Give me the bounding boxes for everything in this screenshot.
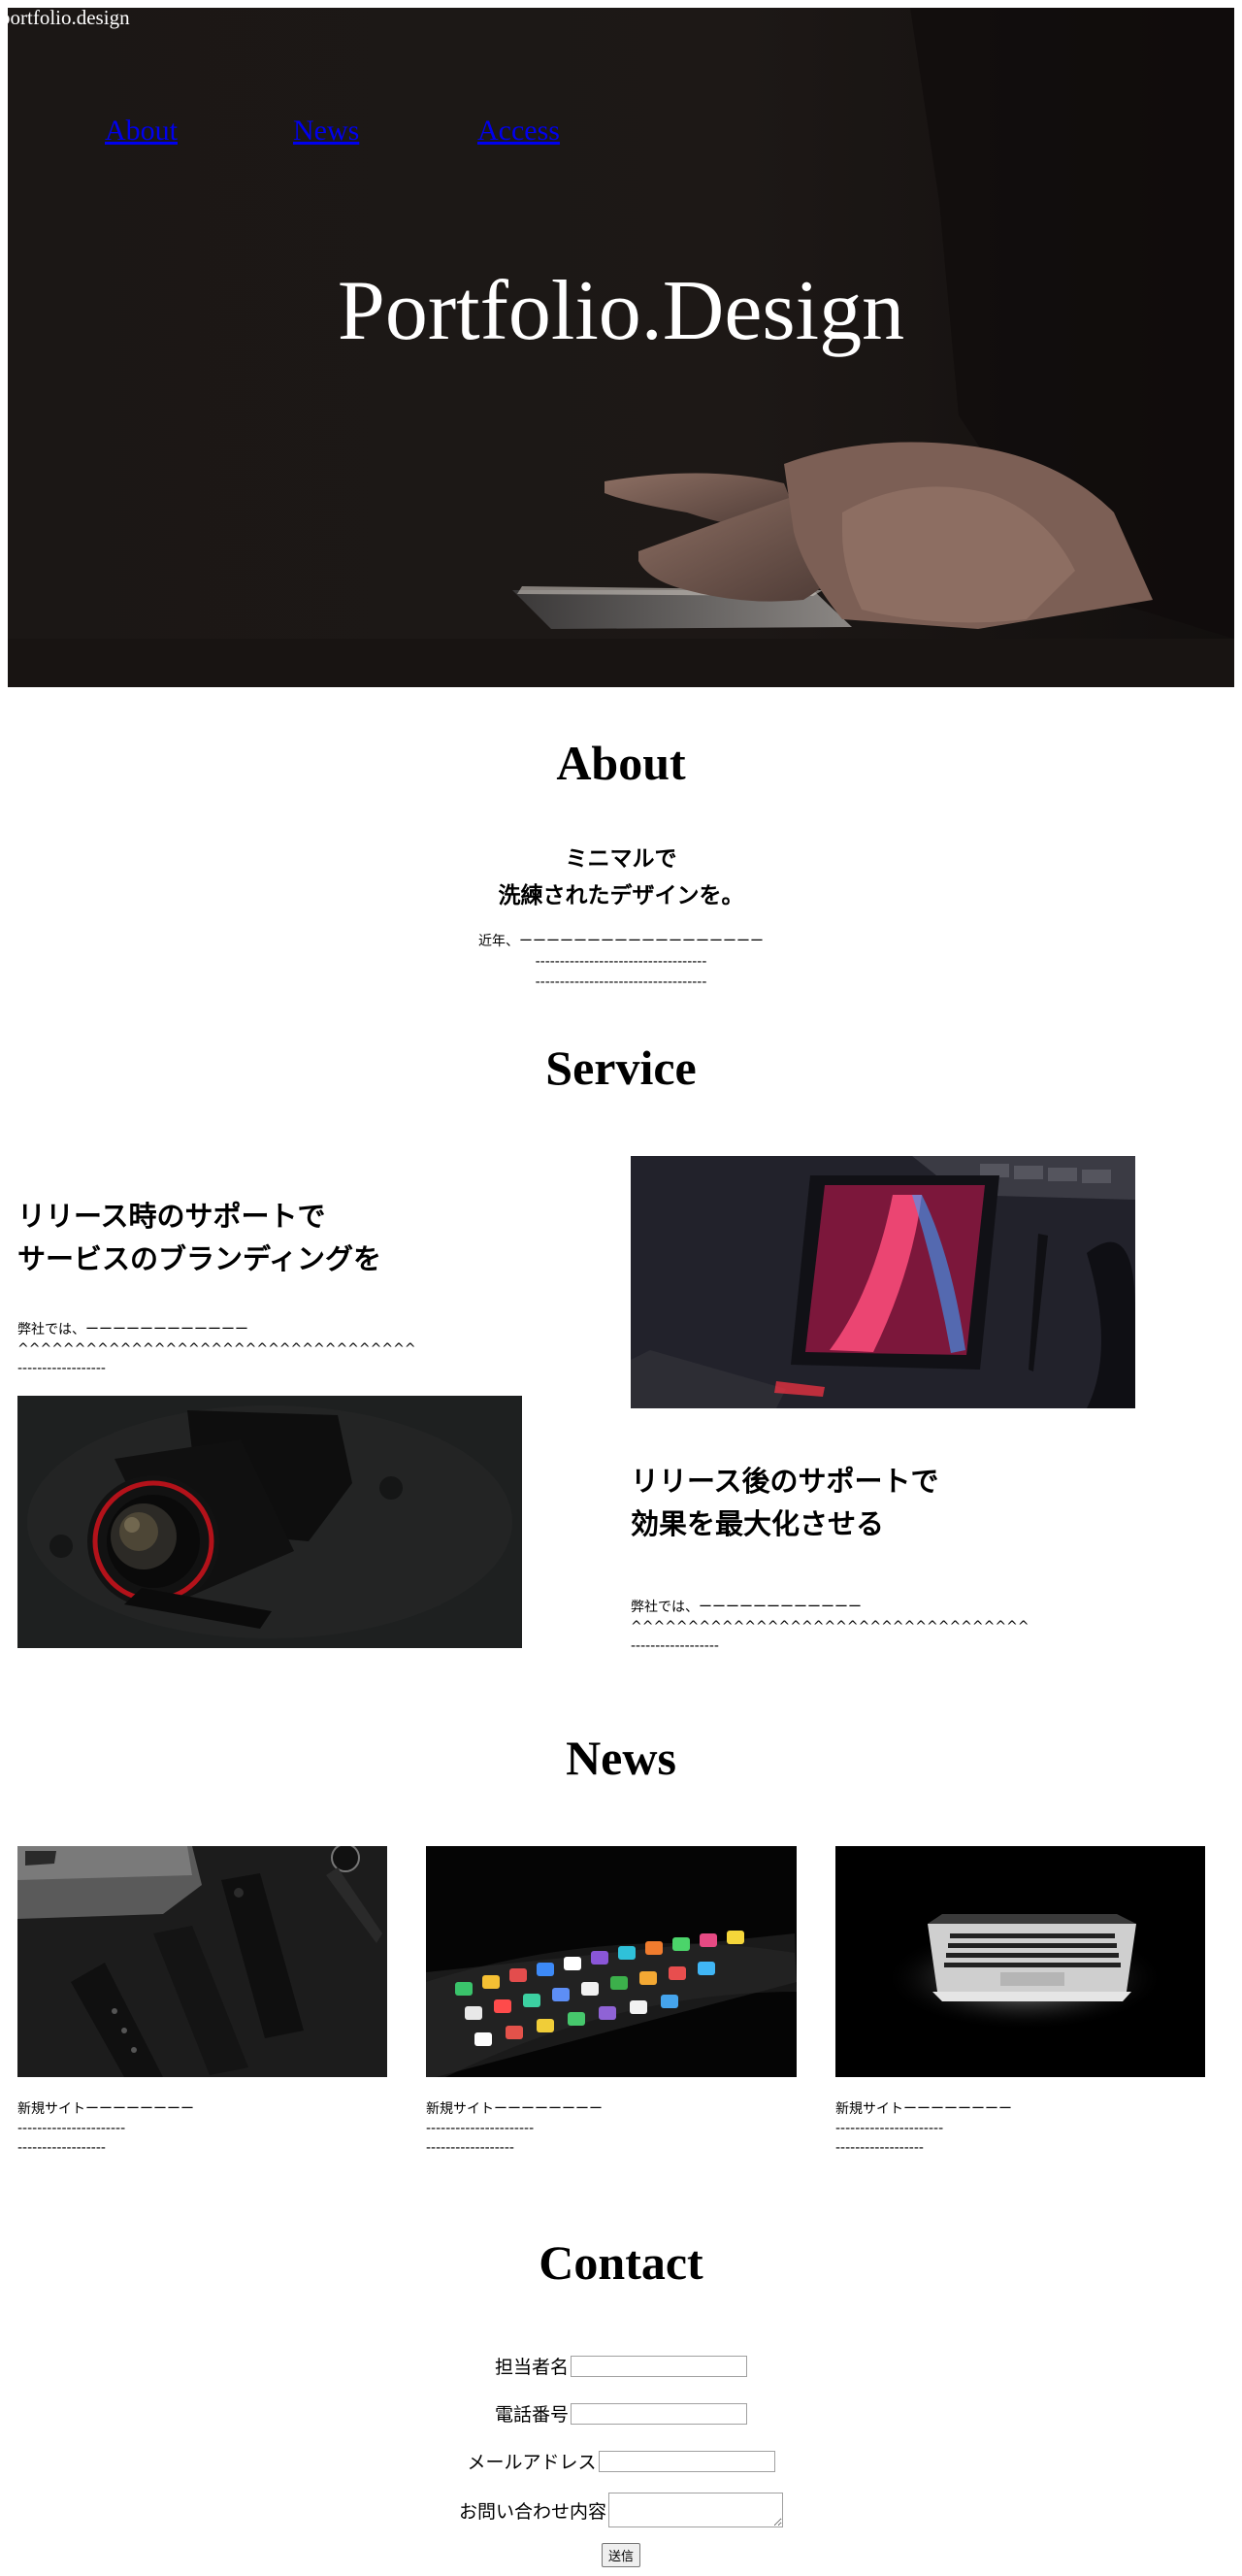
service-2-text-line: ------------------ — [631, 1638, 719, 1654]
news-1-text: 新規サイトーーーーーーーー ---------------------- ---… — [17, 2099, 386, 2158]
form-row-email: メールアドレス — [0, 2448, 1242, 2474]
news-1-text-line: 新規サイトーーーーーーーー — [17, 2101, 194, 2117]
submit-button[interactable]: 送信 — [601, 2543, 640, 2567]
service-1-text-line: ^^^^^^^^^^^^^^^^^^^^^^^^^^^^^^^^^^^ — [17, 1341, 416, 1357]
nav-link-access[interactable]: Access — [477, 115, 560, 148]
service-1-text: 弊社では、ーーーーーーーーーーーー ^^^^^^^^^^^^^^^^^^^^^^… — [17, 1320, 416, 1378]
news-heading: News — [566, 1731, 676, 1785]
news-3-text-line: ------------------ — [835, 2140, 924, 2156]
name-label: 担当者名 — [494, 2357, 569, 2378]
camera-photo — [17, 1396, 522, 1648]
about-text: 近年、ーーーーーーーーーーーーーーーーーー ------------------… — [0, 932, 1242, 993]
service-1-heading-line: リリース時のサポートで — [17, 1200, 326, 1233]
news-3-text: 新規サイトーーーーーーーー ---------------------- ---… — [835, 2099, 1204, 2158]
news-1-text-line: ------------------ — [17, 2140, 106, 2156]
form-row-name: 担当者名 — [0, 2353, 1242, 2379]
hero-title: Portfolio.Design — [337, 264, 905, 358]
news-1-image[interactable] — [17, 1846, 387, 2077]
message-label: お問い合わせ内容 — [458, 2500, 606, 2523]
service-2-text: 弊社では、ーーーーーーーーーーーー ^^^^^^^^^^^^^^^^^^^^^^… — [631, 1598, 1030, 1656]
about-lead: ミニマルで 洗練されたデザインを。 — [0, 841, 1242, 914]
news-2-text: 新規サイトーーーーーーーー ---------------------- ---… — [426, 2099, 795, 2158]
service-1-image — [17, 1396, 522, 1648]
news-1-text-line: ---------------------- — [17, 2121, 126, 2136]
about-text-line: 近年、ーーーーーーーーーーーーーーーーーー — [478, 934, 764, 949]
nav-link-news[interactable]: News — [293, 115, 359, 148]
laptop-photo — [835, 1846, 1205, 2077]
contact-heading: Contact — [539, 2235, 703, 2290]
service-1-heading: リリース時のサポートで サービスのブランディングを — [17, 1195, 381, 1280]
phone-label: 電話番号 — [494, 2404, 569, 2426]
about-text-line: ----------------------------------- — [535, 974, 707, 990]
service-2-text-line: ^^^^^^^^^^^^^^^^^^^^^^^^^^^^^^^^^^^ — [631, 1619, 1030, 1635]
about-text-line: ----------------------------------- — [535, 954, 707, 970]
submit-row: 送信 — [0, 2543, 1242, 2567]
service-heading: Service — [545, 1040, 697, 1095]
service-2-heading-line: リリース後のサポートで — [631, 1465, 939, 1498]
phone-apps-photo — [426, 1846, 797, 2077]
service-2-heading-line: 効果を最大化させる — [631, 1507, 885, 1540]
news-2-text-line: ---------------------- — [426, 2121, 535, 2136]
news-2-text-line: ------------------ — [426, 2140, 514, 2156]
form-row-phone: 電話番号 — [0, 2400, 1242, 2427]
service-1-text-line: ------------------ — [17, 1361, 106, 1376]
news-3-image[interactable] — [835, 1846, 1205, 2077]
message-textarea[interactable] — [608, 2493, 783, 2527]
service-2-image — [631, 1156, 1135, 1408]
site-logo[interactable]: portfolio.design — [0, 6, 130, 30]
form-row-message: お問い合わせ内容 — [0, 2493, 1242, 2527]
about-lead-line: 洗練されたデザインを。 — [498, 883, 744, 908]
about-heading: About — [556, 736, 686, 790]
email-label: メールアドレス — [467, 2452, 597, 2473]
name-input[interactable] — [571, 2355, 747, 2377]
nav-link-about[interactable]: About — [105, 115, 178, 148]
smartphone-photo — [631, 1156, 1135, 1408]
phone-input[interactable] — [571, 2402, 747, 2425]
news-3-text-line: ---------------------- — [835, 2121, 944, 2136]
devices-photo — [17, 1846, 387, 2077]
service-1-heading-line: サービスのブランディングを — [17, 1242, 381, 1275]
service-1-text-line: 弊社では、ーーーーーーーーーーーー — [17, 1322, 248, 1338]
news-2-image[interactable] — [426, 1846, 797, 2077]
about-lead-line: ミニマルで — [565, 846, 677, 872]
service-2-heading: リリース後のサポートで 効果を最大化させる — [631, 1460, 939, 1545]
email-input[interactable] — [598, 2450, 775, 2472]
news-2-text-line: 新規サイトーーーーーーーー — [426, 2101, 603, 2117]
news-3-text-line: 新規サイトーーーーーーーー — [835, 2101, 1012, 2117]
hero-section: About News Access Portfolio.Design — [8, 8, 1234, 687]
service-2-text-line: 弊社では、ーーーーーーーーーーーー — [631, 1600, 862, 1615]
